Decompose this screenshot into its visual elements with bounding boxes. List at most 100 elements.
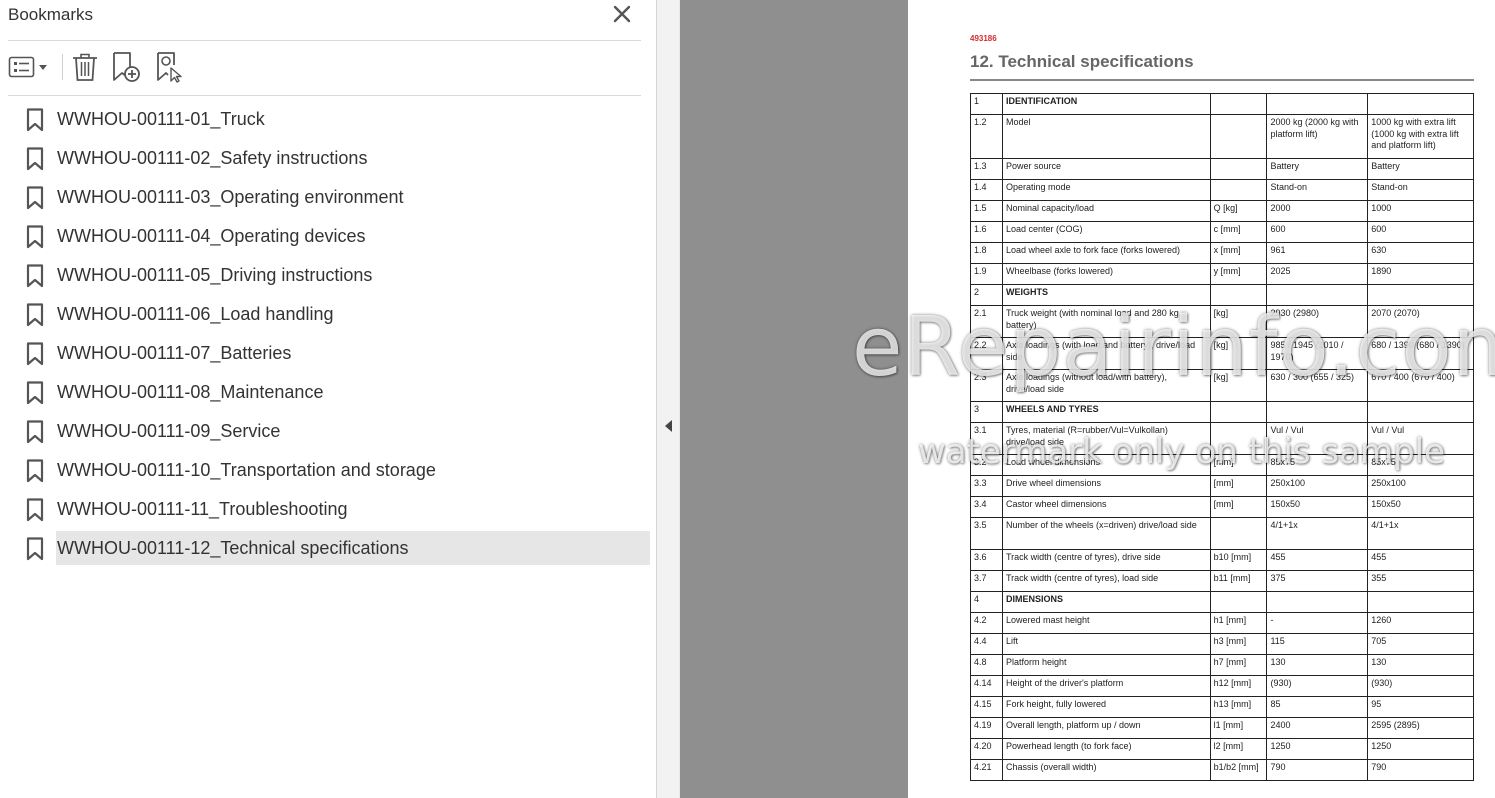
spec-number: 3.7 [970,570,1003,592]
table-row: 1.2 Model 2000 kg (2000 kg with platform l… [970,114,1474,159]
spec-value-1: 130 [1266,654,1369,676]
spec-value-2: 130 [1367,654,1474,676]
table-row: 3.3 Drive wheel dimensions [mm] 250x100 250x… [970,475,1474,497]
bookmark-item[interactable]: WWHOU-00111-08_Maintenance [0,375,657,414]
spec-description: Height of the driver's platform [1001,675,1211,697]
bookmark-label: WWHOU-00111-06_Load handling [57,304,334,324]
spec-number: 2.1 [970,305,1003,338]
spec-table: 1 IDENTIFICATION 1.2 Model 2000 kg (2000 kg … [970,93,1474,781]
spec-description: Drive wheel dimensions [1001,475,1211,497]
spec-unit: h13 [mm] [1209,696,1268,718]
spec-number: 4 [970,591,1003,613]
spec-value-2: (930) [1367,675,1474,697]
spec-description: Castor wheel dimensions [1001,496,1211,518]
spec-value-2: 2595 (2895) [1367,717,1474,739]
spec-number: 1.8 [970,242,1003,264]
bookmark-item[interactable]: WWHOU-00111-04_Operating devices [0,219,657,258]
spec-value-2 [1367,93,1474,115]
spec-value-1: 961 [1266,242,1369,264]
spec-unit [1209,114,1268,159]
table-row: 3 WHEELS AND TYRES [970,401,1474,423]
spec-value-2: 1250 [1367,738,1474,760]
spec-value-2 [1367,591,1474,613]
spec-description: Load center (COG) [1001,221,1211,243]
table-row: 4.2 Lowered mast height h1 [mm] -1260 [970,612,1474,634]
bookmark-item[interactable]: WWHOU-00111-07_Batteries [0,336,657,375]
spec-value-2: 1000 kg with extra lift (1000 kg with ex… [1367,114,1474,159]
collapse-panel-button[interactable] [657,0,679,798]
bookmark-icon [26,420,44,444]
bookmark-label: WWHOU-00111-11_Troubleshooting [57,499,348,519]
spec-value-1 [1266,401,1369,423]
spec-value-2: 4/1+1x [1367,517,1474,550]
spec-description: Track width (centre of tyres), load side [1001,570,1211,592]
spec-value-2: 150x50 [1367,496,1474,518]
bookmark-item[interactable]: WWHOU-00111-01_Truck [0,102,657,141]
bookmark-item[interactable]: WWHOU-00111-10_Transportation and storag… [0,453,657,492]
spec-value-1: 2025 [1266,263,1369,285]
spec-number: 4.19 [970,717,1003,739]
spec-value-1: Vul / Vul [1266,422,1369,455]
spec-value-1: 2000 kg (2000 kg with platform lift) [1266,114,1369,159]
spec-value-1: 630 / 300 (655 / 325) [1266,369,1369,402]
find-bookmark-button[interactable] [154,51,186,83]
spec-unit: l1 [mm] [1209,717,1268,739]
table-row: 4.15 Fork height, fully lowered h13 [mm] 85… [970,696,1474,718]
spec-unit: c [mm] [1209,221,1268,243]
table-row: 1.9 Wheelbase (forks lowered) y [mm] 2025 18… [970,263,1474,285]
spec-description: Truck weight (with nominal load and 280 … [1001,305,1211,338]
bookmark-icon [26,459,44,483]
spec-value-2: 455 [1367,549,1474,571]
spec-value-1: 600 [1266,221,1369,243]
trash-icon [73,53,97,81]
spec-description: Operating mode [1001,179,1211,201]
options-menu-button[interactable] [8,51,52,83]
bookmark-item[interactable]: WWHOU-00111-03_Operating environment [0,180,657,219]
spec-value-2: Battery [1367,158,1474,180]
spec-unit [1209,93,1268,115]
spec-unit: [mm] [1209,454,1268,476]
spec-number: 4.4 [970,633,1003,655]
spec-number: 3.1 [970,422,1003,455]
bookmark-label: WWHOU-00111-01_Truck [57,109,265,129]
bookmark-item[interactable]: WWHOU-00111-06_Load handling [0,297,657,336]
spec-description: Lowered mast height [1001,612,1211,634]
spec-description: Load wheel dimensions [1001,454,1211,476]
spec-number: 4.20 [970,738,1003,760]
spec-value-2 [1367,284,1474,306]
close-panel-button[interactable] [610,2,634,26]
spec-description: Lift [1001,633,1211,655]
document-gutter [680,0,908,798]
spec-description: Chassis (overall width) [1001,759,1211,781]
table-row: 1.8 Load wheel axle to fork face (forks l… [970,242,1474,264]
spec-value-1: 375 [1266,570,1369,592]
panel-title: Bookmarks [8,5,94,24]
new-bookmark-button[interactable] [110,51,144,83]
spec-value-1: 2000 [1266,200,1369,222]
bookmark-item[interactable]: WWHOU-00111-05_Driving instructions [0,258,657,297]
spec-number: 2 [970,284,1003,306]
spec-unit [1209,401,1268,423]
spec-number: 3.4 [970,496,1003,518]
spec-value-2: 630 [1367,242,1474,264]
spec-value-1: 4/1+1x [1266,517,1369,550]
spec-unit: h1 [mm] [1209,612,1268,634]
spec-unit: h3 [mm] [1209,633,1268,655]
bookmark-item[interactable]: WWHOU-00111-12_Technical specifications [0,531,657,570]
spec-number: 1.3 [970,158,1003,180]
bookmark-label: WWHOU-00111-04_Operating devices [57,226,366,246]
spec-value-1: 250x100 [1266,475,1369,497]
bookmark-icon [26,108,44,132]
bookmark-item[interactable]: WWHOU-00111-11_Troubleshooting [0,492,657,531]
spec-unit: b1/b2 [mm] [1209,759,1268,781]
spec-value-2: 95 [1367,696,1474,718]
spec-unit: [kg] [1209,337,1268,370]
delete-bookmark-button[interactable] [70,51,100,83]
spec-unit [1209,422,1268,455]
spec-unit: b11 [mm] [1209,570,1268,592]
spec-value-1: - [1266,612,1369,634]
bookmark-item[interactable]: WWHOU-00111-09_Service [0,414,657,453]
table-row: 1.5 Nominal capacity/load Q [kg] 2000 1000 [970,200,1474,222]
spec-description: Load wheel axle to fork face (forks lowe… [1001,242,1211,264]
bookmark-item[interactable]: WWHOU-00111-02_Safety instructions [0,141,657,180]
